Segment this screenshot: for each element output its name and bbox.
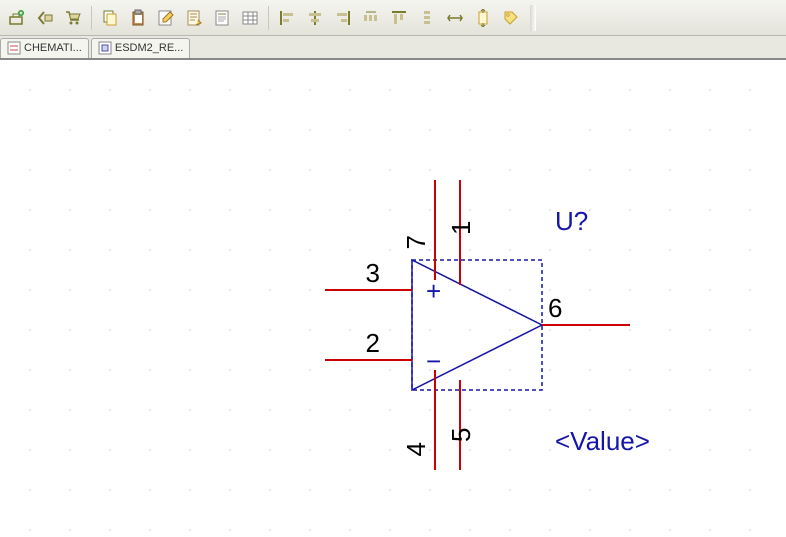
tool-script[interactable] [181, 5, 207, 31]
pin-1-label: 1 [446, 221, 476, 235]
tool-copy-doc[interactable] [97, 5, 123, 31]
component-value[interactable]: <Value> [555, 426, 650, 456]
tool-align-center[interactable] [302, 5, 328, 31]
tool-fit-width[interactable] [442, 5, 468, 31]
tool-edit[interactable] [153, 5, 179, 31]
tool-align-top[interactable] [386, 5, 412, 31]
opamp-minus-symbol: − [426, 346, 441, 376]
tool-cart[interactable] [60, 5, 86, 31]
pin-3-label: 3 [366, 258, 380, 288]
tool-align-left[interactable] [274, 5, 300, 31]
document-tab-bar: CHEMATI... ESDM2_RE... [0, 36, 786, 60]
pin-5-label: 5 [446, 428, 476, 442]
tab-label: ESDM2_RE... [115, 42, 183, 54]
pin-6-label: 6 [548, 293, 562, 323]
tab-label: CHEMATI... [24, 42, 82, 54]
tab-schematic[interactable]: CHEMATI... [0, 38, 89, 58]
tool-clipboard[interactable] [125, 5, 151, 31]
component-reference[interactable]: U? [555, 206, 588, 236]
pin-2-label: 2 [366, 328, 380, 358]
tool-stretch-v[interactable] [470, 5, 496, 31]
schematic-doc-icon [7, 41, 21, 55]
opamp-plus-symbol: + [426, 276, 441, 306]
tool-add-to-basket[interactable] [4, 5, 30, 31]
pin-4-label: 4 [401, 442, 431, 456]
toolbar-separator [91, 6, 92, 30]
tool-move-left[interactable] [32, 5, 58, 31]
schematic-canvas[interactable]: + − 3 2 6 7 1 4 5 U? <Value> [0, 60, 786, 537]
tool-align-right[interactable] [330, 5, 356, 31]
pin-7-label: 7 [401, 235, 431, 249]
tool-distribute-v[interactable] [414, 5, 440, 31]
toolbar-separator [268, 6, 269, 30]
tool-distribute-h[interactable] [358, 5, 384, 31]
tool-form[interactable] [209, 5, 235, 31]
main-toolbar [0, 0, 786, 36]
tab-esdm2[interactable]: ESDM2_RE... [91, 38, 190, 58]
tool-table[interactable] [237, 5, 263, 31]
tool-tag[interactable] [498, 5, 524, 31]
opamp-component[interactable]: + − 3 2 6 7 1 4 5 U? <Value> [330, 160, 650, 490]
toolbar-end-grip [530, 5, 536, 31]
component-doc-icon [98, 41, 112, 55]
